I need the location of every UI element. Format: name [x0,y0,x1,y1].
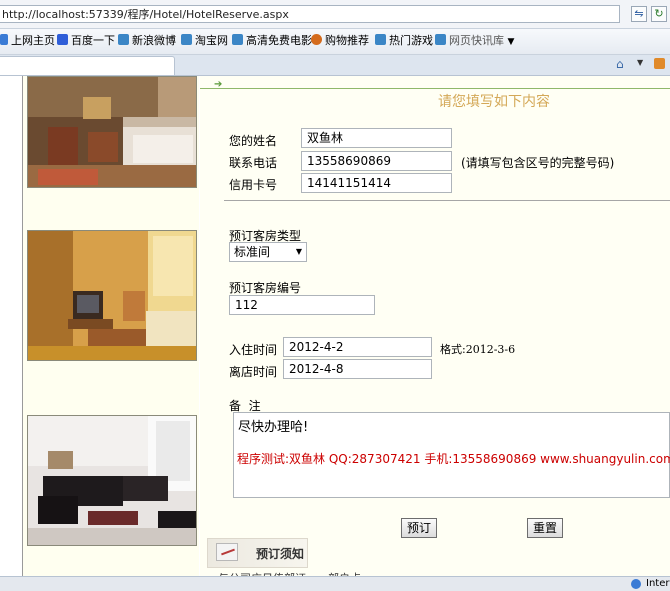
refresh-icon[interactable]: ↻ [651,6,667,22]
ie-page-icon [118,34,129,45]
room-number-input[interactable]: 112 [229,295,375,315]
remarks-textarea[interactable]: 尽快办理哈! 程序测试:双鱼林 QQ:287307421 手机:13558690… [233,412,670,498]
notice-title: 预订须知 [256,547,305,561]
fav-item-baidu[interactable]: 百度一下 [57,33,115,49]
ie-page-icon [435,34,446,45]
shopping-icon [311,34,322,45]
ie-page-icon [375,34,386,45]
checkout-label: 离店时间 [229,365,278,379]
checkin-label: 入住时间 [229,343,278,357]
home-icon[interactable]: ⌂ [616,57,624,71]
reserve-button[interactable]: 预订 [401,518,437,538]
ie-page-icon [181,34,192,45]
remarks-line-2: 程序测试:双鱼林 QQ:287307421 手机:13558690869 www… [237,452,670,466]
web-page: ➔ 请您填写如下内容 您的姓名 双鱼林 联系电话 13558690869 (请填… [0,76,670,576]
chevron-down-icon: ▼ [295,247,302,256]
status-bar: Inter [0,576,670,591]
reset-button[interactable]: 重置 [527,518,563,538]
favorites-bar: 上网主页 百度一下 新浪微博 淘宝网 高清免费电影 购物推荐 热门游戏 网页快讯… [0,29,670,55]
browser-tab[interactable] [0,56,175,75]
checkin-input[interactable]: 2012-4-2 [283,337,432,357]
section-divider [224,200,670,201]
fav-item-taobao[interactable]: 淘宝网 [181,33,228,49]
header-rule [200,88,670,89]
checkout-input[interactable]: 2012-4-8 [283,359,432,379]
card-label: 信用卡号 [229,178,278,192]
form-heading: 请您填写如下内容 [438,94,550,110]
hotel-suite-photo [27,230,197,361]
date-format-hint: 格式:2012-3-6 [440,343,516,356]
fav-item-weibo[interactable]: 新浪微博 [118,33,176,49]
card-input[interactable]: 14141151414 [301,173,452,193]
compatibility-view-icon[interactable]: ⇋ [631,6,647,22]
green-arrow-icon: ➔ [214,79,223,90]
name-input[interactable]: 双鱼林 [301,128,452,148]
tab-strip: ⌂ ▼ [0,55,670,76]
name-label: 您的姓名 [229,134,278,148]
address-bar: http://localhost:57339/程序/Hotel/HotelRes… [0,0,670,29]
zone-status-text: Inter [646,578,670,589]
chevron-down-icon: ▼ [507,37,515,47]
hotel-room-photo [27,76,197,188]
url-field[interactable]: http://localhost:57339/程序/Hotel/HotelRes… [0,5,620,23]
fav-item-games[interactable]: 热门游戏 [375,33,433,49]
remarks-line-1: 尽快办理哈! [238,420,309,435]
notice-banner: 预订须知 [207,538,308,568]
room-type-select[interactable]: 标准间 ▼ [229,242,307,262]
hotel-lounge-photo [27,415,197,546]
notepad-icon [216,543,238,561]
fav-item-movies[interactable]: 高清免费电影 [232,33,312,49]
phone-hint: (请填写包含区号的完整号码) [461,156,615,170]
chevron-down-icon[interactable]: ▼ [637,58,643,67]
phone-input[interactable]: 13558690869 [301,151,452,171]
favorite-page-icon [0,34,8,45]
internet-zone-icon [631,579,641,589]
fav-item-webslices[interactable]: 网页快讯库 ▼ [435,33,514,49]
room-number-label: 预订客房编号 [229,281,302,295]
rss-feed-icon[interactable] [654,58,665,69]
baidu-paw-icon [57,34,68,45]
fav-item-home[interactable]: 上网主页 [0,33,55,49]
ie-page-icon [232,34,243,45]
fav-item-shopping[interactable]: 购物推荐 [311,33,369,49]
phone-label: 联系电话 [229,156,278,170]
